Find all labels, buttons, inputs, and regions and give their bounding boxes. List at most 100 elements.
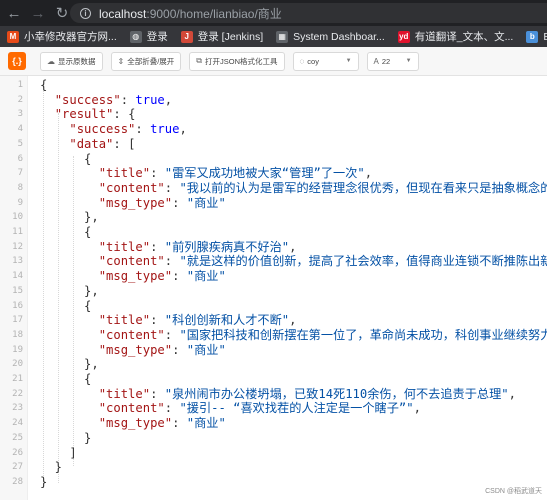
code-token: "title" <box>98 166 151 181</box>
line-number: 2 <box>17 94 23 105</box>
code-token: : <box>150 166 165 181</box>
chevron-down-icon: ▼ <box>405 58 412 64</box>
line-number: 23 <box>12 403 23 414</box>
json-code-view[interactable]: 1 2 3 4 5 6 7 8 9 10 11 12 13 14 15 16 17 18 19 20 21 22 23 24 2… <box>0 76 547 500</box>
youdao-icon: yd <box>397 30 410 43</box>
code-token: } <box>40 460 63 475</box>
code-token: "泉州闹市办公楼坍塌，已致14死110余伤，何不去追责于总理" <box>164 386 509 401</box>
line-number: 15 <box>12 285 23 296</box>
code-token: { <box>40 225 92 239</box>
code-token: , <box>164 92 173 107</box>
code-token: { <box>40 151 92 166</box>
line-number: 27 <box>12 462 23 473</box>
code-line: } <box>40 460 62 475</box>
code-line: { <box>40 225 91 240</box>
fold-all-button[interactable]: ⇕ 全部折叠/展开 <box>110 51 182 71</box>
code-token: : <box>164 180 180 195</box>
font-size-icon: A <box>373 56 379 66</box>
code-line: { <box>40 78 47 93</box>
code-token: "科创创新和人才不断" <box>164 313 290 328</box>
forward-arrow-icon[interactable]: → <box>28 3 48 23</box>
line-number: 3 <box>17 109 23 120</box>
code-token: "商业" <box>186 195 226 210</box>
code-line: "data": [ <box>40 137 135 152</box>
url-path: :9000/home/lianbiao/商业 <box>146 6 282 21</box>
code-line: }, <box>40 357 99 372</box>
code-token: , <box>289 239 297 254</box>
bookmark-item[interactable]: J 登录 [Jenkins] <box>180 29 263 44</box>
code-token: "content" <box>98 180 165 195</box>
code-token: "msg_type" <box>98 416 173 431</box>
code-token: "title" <box>98 239 151 254</box>
line-number: 21 <box>12 374 23 384</box>
code-line: "result": { <box>40 107 136 122</box>
bookmark-item[interactable]: b Bing Microsoft Tr <box>526 30 547 43</box>
code-line: "title": "雷军又成功地被大家“管理”了一次", <box>40 166 372 181</box>
code-token: "就是这样的价值创新，提高了社会效率，值得商业连锁不断推陈出新 <box>179 254 547 269</box>
bookmark-label: System Dashboar... <box>293 30 385 43</box>
code-token: } <box>40 474 48 489</box>
fold-all-label: 全部折叠/展开 <box>127 56 175 66</box>
palette-icon: ◌ <box>299 56 305 66</box>
code-token: { <box>40 298 92 313</box>
theme-value: coy <box>307 56 319 66</box>
code-token: : <box>172 416 187 431</box>
code-token: "msg_type" <box>98 342 173 357</box>
code-token: "商业" <box>186 269 226 284</box>
code-line: "content": "就是这样的价值创新，提高了社会效率，值得商业连锁不断推陈… <box>40 254 547 269</box>
code-token: "title" <box>98 386 151 401</box>
m-logo-icon: M <box>7 30 19 43</box>
url-input[interactable]: i localhost:9000/home/lianbiao/商业 <box>70 3 547 23</box>
show-raw-label: 显示原数据 <box>58 56 96 66</box>
code-line: { <box>40 372 91 387</box>
cloud-icon: ☁ <box>47 56 55 66</box>
open-formatter-label: 打开JSON格式化工具 <box>205 56 278 66</box>
code-line: }, <box>40 284 99 299</box>
reload-icon[interactable]: ↻ <box>52 3 72 23</box>
line-number: 24 <box>12 418 23 429</box>
jenkins-icon: J <box>180 30 193 43</box>
code-token: }, <box>40 357 99 372</box>
code-token: "雷军又成功地被大家“管理”了一次" <box>164 166 365 181</box>
line-number: 25 <box>12 432 23 443</box>
code-token: "content" <box>98 327 165 342</box>
code-token: : <box>172 269 187 284</box>
code-line: }, <box>40 210 99 225</box>
code-line: "success": true, <box>40 122 186 137</box>
back-arrow-icon[interactable]: ← <box>4 3 24 23</box>
code-token: "msg_type" <box>98 195 173 210</box>
bookmark-label: 小幸修改器官方网... <box>24 31 117 43</box>
code-token: , <box>413 401 421 416</box>
font-size-value: 22 <box>381 56 391 66</box>
line-number: 28 <box>12 476 23 487</box>
open-formatter-button[interactable]: ⧉ 打开JSON格式化工具 <box>189 51 285 71</box>
font-size-select[interactable]: A 22 ▼ <box>366 51 419 71</box>
code-token: : <box>164 327 180 342</box>
code-token: , <box>289 313 297 328</box>
bookmark-item[interactable]: M 小幸修改器官方网... <box>7 29 117 44</box>
code-line: "title": "泉州闹市办公楼坍塌，已致14死110余伤，何不去追责于总理"… <box>40 387 516 402</box>
code-token: "content" <box>98 254 165 269</box>
bookmark-label: 有道翻译_文本、文... <box>414 31 514 43</box>
site-info-icon[interactable]: i <box>80 7 91 19</box>
code-token: "商业" <box>186 342 226 357</box>
code-token: "title" <box>98 313 151 328</box>
bookmark-item[interactable]: yd 有道翻译_文本、文... <box>397 29 514 44</box>
code-token: : <box>164 401 180 416</box>
code-line: } <box>40 475 47 490</box>
code-token: : <box>164 254 180 269</box>
show-raw-button[interactable]: ☁ 显示原数据 <box>40 51 103 71</box>
line-number: 6 <box>17 153 23 164</box>
theme-select[interactable]: ◌ coy ▼ <box>292 51 359 71</box>
code-token: { <box>40 78 48 92</box>
bookmark-item[interactable]: ◍ 登录 <box>129 29 168 44</box>
json-brand-icon[interactable]: {.} <box>8 52 26 70</box>
code-line: "title": "科创创新和人才不断", <box>40 313 297 328</box>
bookmark-item[interactable]: ▦ System Dashboar... <box>276 30 385 43</box>
